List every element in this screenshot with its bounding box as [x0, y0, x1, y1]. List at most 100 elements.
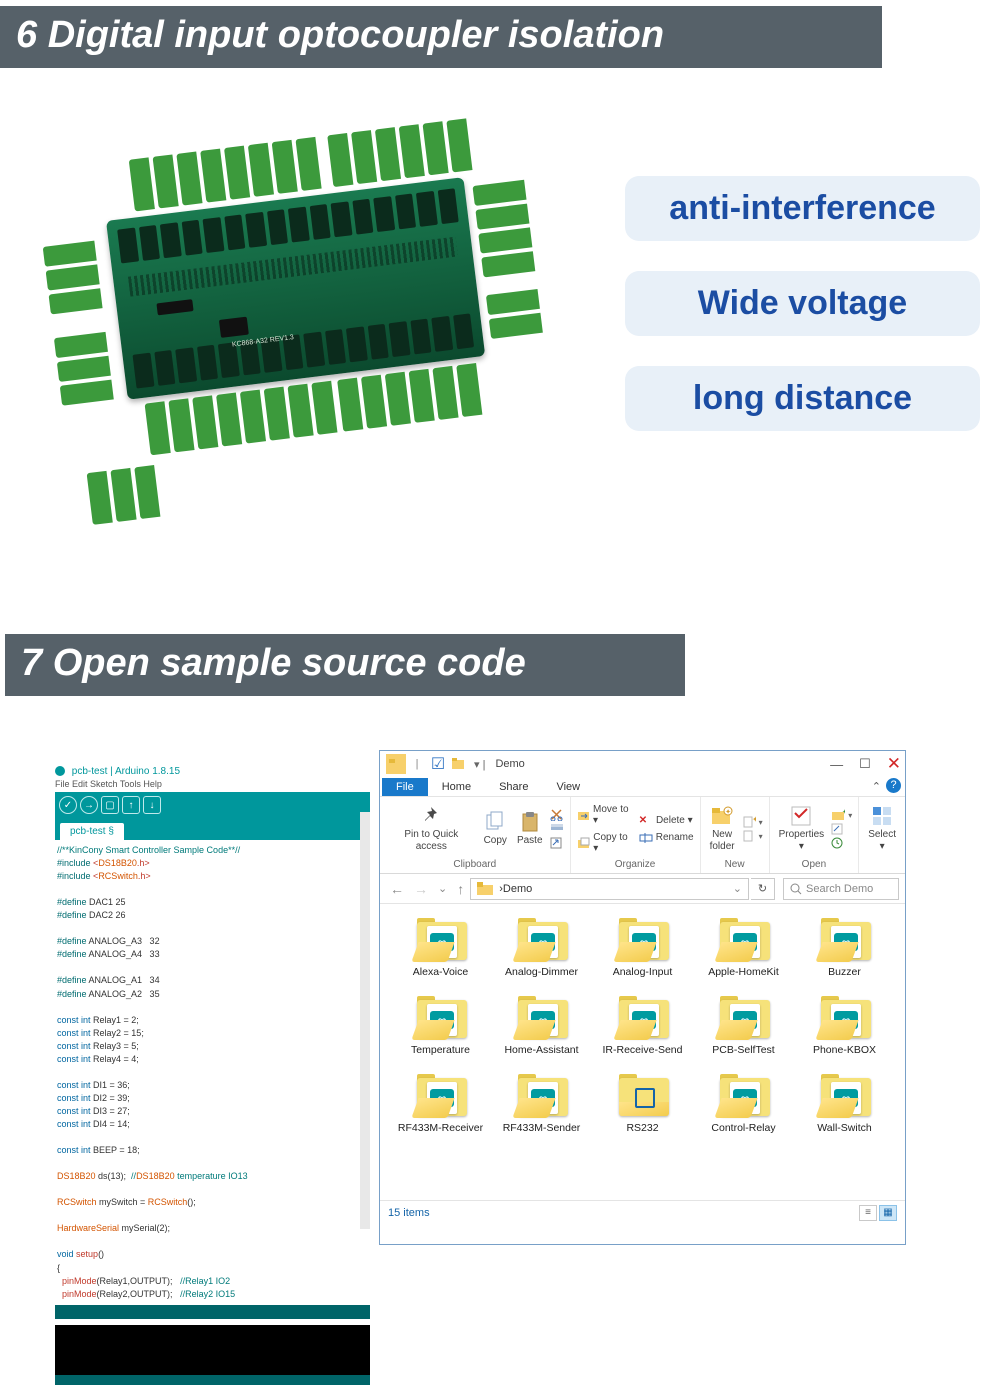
copy-path-button[interactable]: [550, 823, 564, 835]
pcb-board-image: KC868-A32 REV1.3: [9, 110, 560, 539]
easy-access-button[interactable]: ▾: [742, 830, 763, 842]
move-to-button[interactable]: Move to ▾: [577, 804, 635, 826]
paste-shortcut-button[interactable]: [550, 837, 564, 849]
edit-button[interactable]: [831, 823, 852, 835]
qat-newfolder-icon[interactable]: [449, 754, 469, 774]
folder-label: Analog-Input: [613, 966, 673, 978]
verify-button[interactable]: ✓: [59, 796, 77, 814]
copyto-icon: [577, 837, 591, 849]
scrollbar[interactable]: [360, 812, 370, 1229]
folder-item[interactable]: ∞Apple-HomeKit: [693, 916, 794, 980]
open-button[interactable]: ↑: [122, 796, 140, 814]
paste-button[interactable]: Paste: [514, 811, 546, 847]
ribbon-group-select: [865, 857, 899, 862]
new-button[interactable]: ▢: [101, 796, 119, 814]
folder-item[interactable]: ∞Analog-Input: [592, 916, 693, 980]
folder-item[interactable]: ∞RF433M-Receiver: [390, 1072, 491, 1136]
folder-item[interactable]: ∞Phone-KBOX: [794, 994, 895, 1058]
folder-arduino-icon: ∞: [714, 1074, 774, 1118]
view-icons-button[interactable]: ▦: [879, 1205, 897, 1221]
nav-recent-button[interactable]: ⌄: [434, 882, 451, 895]
save-button[interactable]: ↓: [143, 796, 161, 814]
history-button[interactable]: [831, 837, 852, 849]
arduino-logo-icon: [55, 766, 65, 776]
search-icon: [790, 883, 802, 895]
search-box[interactable]: Search Demo: [783, 878, 899, 900]
easy-access-icon: [742, 830, 756, 842]
ribbon-group-open: Open: [776, 857, 853, 873]
folder-label: Home-Assistant: [504, 1044, 578, 1056]
cut-button[interactable]: [550, 809, 564, 821]
folder-label: Alexa-Voice: [413, 966, 468, 978]
qat-customize-icon[interactable]: ▾ |: [470, 758, 489, 771]
breadcrumb-current[interactable]: Demo: [503, 883, 532, 895]
new-folder-button[interactable]: ✦ New folder: [707, 805, 738, 853]
folder-item[interactable]: ∞RF433M-Sender: [491, 1072, 592, 1136]
maximize-button[interactable]: ☐: [859, 756, 871, 772]
ide-footer: [55, 1375, 370, 1385]
minimize-button[interactable]: —: [830, 757, 843, 772]
ribbon-tab-share[interactable]: Share: [485, 778, 542, 796]
folder-item[interactable]: ∞Wall-Switch: [794, 1072, 895, 1136]
ide-menu-bar[interactable]: File Edit Sketch Tools Help: [55, 779, 370, 792]
copy-button[interactable]: Copy: [481, 811, 510, 847]
folder-item[interactable]: ∞Analog-Dimmer: [491, 916, 592, 980]
nav-back-button[interactable]: ←: [386, 881, 408, 897]
open-icon: ✦: [831, 809, 845, 821]
select-button[interactable]: Select ▾: [865, 805, 899, 853]
address-bar[interactable]: › Demo ⌄: [470, 878, 749, 900]
qat-separator-icon: |: [407, 754, 427, 774]
view-details-button[interactable]: ≡: [859, 1205, 877, 1221]
feature-anti-interference: anti-interference: [625, 176, 980, 241]
folder-item[interactable]: ∞Control-Relay: [693, 1072, 794, 1136]
folder-label: PCB-SelfTest: [712, 1044, 774, 1056]
delete-button[interactable]: ✕ Delete ▾: [639, 815, 694, 826]
copy-icon: [485, 811, 505, 833]
new-item-icon: ✦: [742, 816, 756, 828]
properties-button[interactable]: Properties ▾: [776, 805, 828, 853]
ribbon-tab-file[interactable]: File: [382, 778, 428, 796]
feature-long-distance: long distance: [625, 366, 980, 431]
open-button-small[interactable]: ✦▾: [831, 809, 852, 821]
ide-code-editor[interactable]: //**KinCony Smart Controller Sample Code…: [55, 840, 370, 1305]
cut-icon: [550, 809, 564, 821]
window-title: Demo: [495, 758, 524, 770]
close-button[interactable]: ✕: [887, 754, 901, 774]
explorer-titlebar: | ☑ ▾ | Demo — ☐ ✕: [380, 751, 905, 777]
folder-item[interactable]: RS232: [592, 1072, 693, 1136]
folder-item[interactable]: ∞Alexa-Voice: [390, 916, 491, 980]
refresh-button[interactable]: ↻: [751, 878, 775, 900]
svg-text:✦: ✦: [752, 816, 756, 824]
ide-sketch-tab[interactable]: pcb-test §: [59, 822, 125, 840]
ribbon-tab-home[interactable]: Home: [428, 778, 485, 796]
help-icon[interactable]: ?: [886, 778, 901, 793]
paste-icon: [520, 811, 540, 833]
folder-arduino-icon: ∞: [512, 996, 572, 1040]
addr-dropdown-icon[interactable]: ⌄: [733, 882, 742, 895]
copy-to-button[interactable]: Copy to ▾: [577, 832, 635, 854]
new-item-button[interactable]: ✦▾: [742, 816, 763, 828]
arduino-ide-window: pcb-test | Arduino 1.8.15 File Edit Sket…: [55, 764, 370, 1229]
folder-item[interactable]: ∞IR-Receive-Send: [592, 994, 693, 1058]
collapse-ribbon-icon[interactable]: ⌃: [872, 780, 881, 793]
new-folder-icon: ✦: [710, 805, 734, 827]
folder-arduino-icon: ∞: [512, 918, 572, 962]
qat-properties-icon[interactable]: ☑: [428, 754, 448, 774]
svg-text:✦: ✦: [725, 808, 731, 816]
folder-label: RF433M-Receiver: [398, 1122, 483, 1134]
folder-item[interactable]: ∞PCB-SelfTest: [693, 994, 794, 1058]
select-icon: [871, 805, 893, 827]
nav-up-button[interactable]: ↑: [453, 881, 468, 897]
ribbon-group-organize: Organize: [577, 857, 694, 873]
folder-icon: [477, 882, 493, 895]
ribbon-tab-view[interactable]: View: [542, 778, 594, 796]
nav-forward-button[interactable]: →: [410, 881, 432, 897]
pin-quick-access-button[interactable]: Pin to Quick access: [386, 805, 477, 853]
folder-item[interactable]: ∞ Home-Assistant: [491, 994, 592, 1058]
folder-item[interactable]: ∞Temperature: [390, 994, 491, 1058]
rename-button[interactable]: Rename: [639, 832, 694, 844]
ribbon-group-clipboard: Clipboard: [386, 857, 564, 873]
folder-content-pane[interactable]: ∞Alexa-Voice∞Analog-Dimmer∞Analog-Input∞…: [380, 904, 905, 1200]
upload-button[interactable]: →: [80, 796, 98, 814]
folder-item[interactable]: ∞Buzzer: [794, 916, 895, 980]
